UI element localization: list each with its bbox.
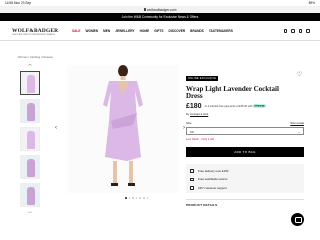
chevron-down-icon: ⌄ xyxy=(297,129,300,134)
carousel-dot[interactable] xyxy=(135,197,138,199)
thumbs-up-arrow-icon[interactable]: ︿ xyxy=(26,62,34,66)
thumbnail-rail: ︿ ﹀ xyxy=(17,62,43,234)
clearpay-logo[interactable]: clearpay xyxy=(253,104,266,109)
thumbnail-4[interactable] xyxy=(20,155,40,179)
carousel-dot[interactable] xyxy=(139,197,141,199)
url-text[interactable]: wolfandbadger.com xyxy=(115,8,205,12)
chevron-right-icon[interactable]: › xyxy=(183,125,185,131)
lock-icon xyxy=(143,8,146,11)
nav-item-tastemakers[interactable]: TASTEMAKERS xyxy=(209,29,233,33)
thumbnail-2[interactable] xyxy=(20,99,40,123)
nav-item-brands[interactable]: BRANDS xyxy=(190,29,204,33)
header-icons xyxy=(283,29,310,33)
search-icon[interactable] xyxy=(283,29,288,33)
brand-line: By concept a trois xyxy=(186,112,209,117)
wishlist-heart-icon[interactable]: ♡ xyxy=(297,72,302,78)
delivery-truck-icon xyxy=(190,169,194,173)
exclusive-badge: ONLINE EXCLUSIVE xyxy=(186,76,219,81)
wishlist-icon[interactable] xyxy=(298,29,303,33)
nav-item-home[interactable]: HOME xyxy=(140,29,150,33)
promo-text[interactable]: Join the W&B Community for Exclusive New… xyxy=(122,15,199,19)
carousel-dot[interactable] xyxy=(146,197,149,199)
promo-banner[interactable]: Join the W&B Community for Exclusive New… xyxy=(0,13,320,21)
product-details-panel: ONLINE EXCLUSIVE ♡ Wrap Light Lavender C… xyxy=(186,66,304,207)
size-row: Size Size Guide xyxy=(186,121,304,125)
main-nav: SALE WOMEN MEN JEWELLERY HOME GIFTS DISC… xyxy=(72,29,233,33)
carousel-dot[interactable] xyxy=(128,197,131,199)
product-title: Wrap Light Lavender Cocktail Dress xyxy=(186,84,279,101)
main-product-image[interactable] xyxy=(67,65,179,193)
site-header: WOLF&BADGER THE PLATFORM FOR INDEPENDENT… xyxy=(0,21,320,41)
info-row-returns: Free worldwide returns xyxy=(190,175,300,184)
breadcrumb[interactable]: Women / Clothing / Dresses xyxy=(18,55,53,59)
nav-item-sale[interactable]: SALE xyxy=(72,29,81,33)
thumbnail-1[interactable] xyxy=(20,71,40,95)
chat-bubble-icon[interactable] xyxy=(291,213,304,226)
thumbnail-5[interactable] xyxy=(20,183,40,207)
size-label: Size xyxy=(186,121,192,126)
price-row: £180 or 4 interest-free payments of £45.… xyxy=(186,103,304,110)
service-info-box: Free delivery over £150 Free worldwide r… xyxy=(186,163,304,194)
add-to-bag-button[interactable]: ADD TO BAG xyxy=(186,146,304,157)
brand-link[interactable]: concept a trois xyxy=(190,112,208,116)
site-tagline: THE PLATFORM FOR INDEPENDENT BRANDS xyxy=(12,34,55,36)
carousel-dots xyxy=(125,197,149,199)
nav-item-jewellery[interactable]: JEWELLERY xyxy=(115,29,134,33)
chevron-left-icon[interactable]: ‹ xyxy=(55,125,57,131)
globe-icon xyxy=(190,177,194,182)
nav-item-men[interactable]: MEN xyxy=(103,29,110,33)
size-value: XS xyxy=(190,129,194,134)
browser-address-bar[interactable]: wolfandbadger.com xyxy=(0,6,320,13)
chat-support-icon xyxy=(190,186,194,190)
nav-item-discover[interactable]: DISCOVER xyxy=(169,29,186,33)
carousel-dot[interactable] xyxy=(142,197,145,199)
product-details-heading[interactable]: PRODUCT DETAILS xyxy=(186,199,304,207)
thumbs-down-arrow-icon[interactable]: ﹀ xyxy=(26,212,34,216)
nav-item-women[interactable]: WOMEN xyxy=(86,29,99,33)
installments-text: or 4 interest-free payments of £45.00 wi… xyxy=(204,104,266,109)
account-icon[interactable] xyxy=(291,29,295,33)
carousel-dot[interactable] xyxy=(132,197,134,199)
dress-image xyxy=(103,65,143,186)
size-select[interactable]: XS ⌄ xyxy=(186,126,304,135)
bag-icon[interactable] xyxy=(306,29,310,33)
info-row-support: 24/7 customer support xyxy=(190,184,300,193)
product-price: £180 xyxy=(186,102,202,110)
size-guide-link[interactable]: Size Guide xyxy=(290,121,304,125)
nav-item-gifts[interactable]: GIFTS xyxy=(154,29,163,33)
info-row-delivery: Free delivery over £150 xyxy=(190,167,300,176)
stock-warning: Low Stock - Only 1 left xyxy=(186,136,214,141)
carousel-dot[interactable] xyxy=(125,197,127,199)
thumbnail-3[interactable] xyxy=(20,127,40,151)
